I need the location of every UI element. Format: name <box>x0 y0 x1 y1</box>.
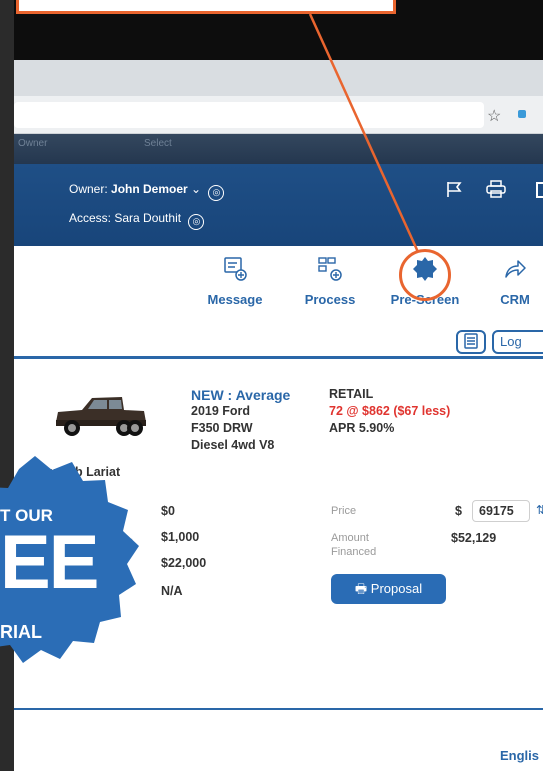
ghost-menu: Owner Select <box>14 134 543 164</box>
owner-line[interactable]: Owner: John Demoer ⌄ ◎ <box>69 182 225 201</box>
owner-label: Owner: <box>69 182 112 196</box>
print-icon: 🖶 <box>354 581 371 596</box>
crm-label: CRM <box>500 292 530 307</box>
callout-box <box>16 0 396 14</box>
print-icon[interactable] <box>486 180 506 198</box>
language-link[interactable]: Englis <box>500 748 539 763</box>
message-action[interactable]: Message <box>199 256 271 307</box>
access-name: Sara Douthit <box>114 211 182 225</box>
re-value: $1,000 <box>161 530 200 544</box>
retail-payment[interactable]: 72 @ $862 ($67 less) <box>329 404 450 418</box>
vehicle-drivetrain: Diesel 4wd V8 <box>191 438 275 452</box>
section-divider <box>14 356 543 359</box>
financed-label: Financed <box>331 546 377 558</box>
chevron-down-icon[interactable]: ⌄ <box>191 182 201 196</box>
steering-wheel-icon: ◎ <box>188 214 205 230</box>
owner-name: John Demoer <box>111 182 188 196</box>
sort-icon[interactable]: ⇅ <box>536 503 543 517</box>
calculator-icon <box>464 333 478 349</box>
message-icon <box>224 257 247 281</box>
extension-icon[interactable] <box>518 110 526 118</box>
vehicle-condition[interactable]: NEW : Average <box>191 387 290 403</box>
proposal-label: Proposal <box>370 581 423 596</box>
url-field[interactable] <box>14 102 484 128</box>
retail-label: RETAIL <box>329 387 374 401</box>
screenshot-stage: ☆ Owner Select Owner: John Demoer ⌄ ◎ Ac… <box>0 0 543 771</box>
equity-value: $22,000 <box>161 556 207 570</box>
document-icon[interactable] <box>536 182 543 198</box>
calculator-button[interactable] <box>456 330 486 354</box>
proposal-button[interactable]: 🖶 Proposal <box>331 574 446 604</box>
deal-header: Owner: John Demoer ⌄ ◎ Access: Sara Dout… <box>14 164 543 246</box>
tab-bar <box>14 60 543 96</box>
footer-divider <box>14 708 543 710</box>
share-icon <box>505 260 526 278</box>
promo-line-3: RIAL <box>0 622 42 642</box>
vehicle-model: F350 DRW <box>191 421 253 435</box>
crm-action[interactable]: CRM <box>479 256 543 307</box>
amount-value: $52,129 <box>451 531 497 545</box>
flag-icon[interactable] <box>445 180 463 198</box>
amount-label: Amount <box>331 532 369 544</box>
process-action[interactable]: Process <box>294 256 366 307</box>
price-label: Price <box>331 505 357 517</box>
truck-image <box>56 397 146 436</box>
access-line: Access: Sara Douthit ◎ <box>69 211 205 230</box>
ghost-owner-label: Owner <box>18 138 48 149</box>
promo-line-2: EE <box>0 520 99 605</box>
retail-apr: APR 5.90% <box>329 421 395 435</box>
price-input[interactable]: 69175 <box>472 500 530 522</box>
rebate-value: $0 <box>161 504 175 518</box>
access-label: Access: <box>69 211 115 225</box>
message-label: Message <box>207 292 263 307</box>
ghost-select-label: Select <box>144 138 172 149</box>
bookmark-star-icon[interactable]: ☆ <box>487 106 501 126</box>
vehicle-year-make: 2019 Ford <box>191 404 251 418</box>
callout-ring <box>399 249 451 301</box>
price-currency: $ <box>455 504 462 518</box>
na-value: N/A <box>161 584 183 598</box>
steering-wheel-icon: ◎ <box>208 185 225 201</box>
process-label: Process <box>304 292 356 307</box>
process-icon <box>318 257 342 281</box>
log-button[interactable]: Log <box>492 330 543 354</box>
